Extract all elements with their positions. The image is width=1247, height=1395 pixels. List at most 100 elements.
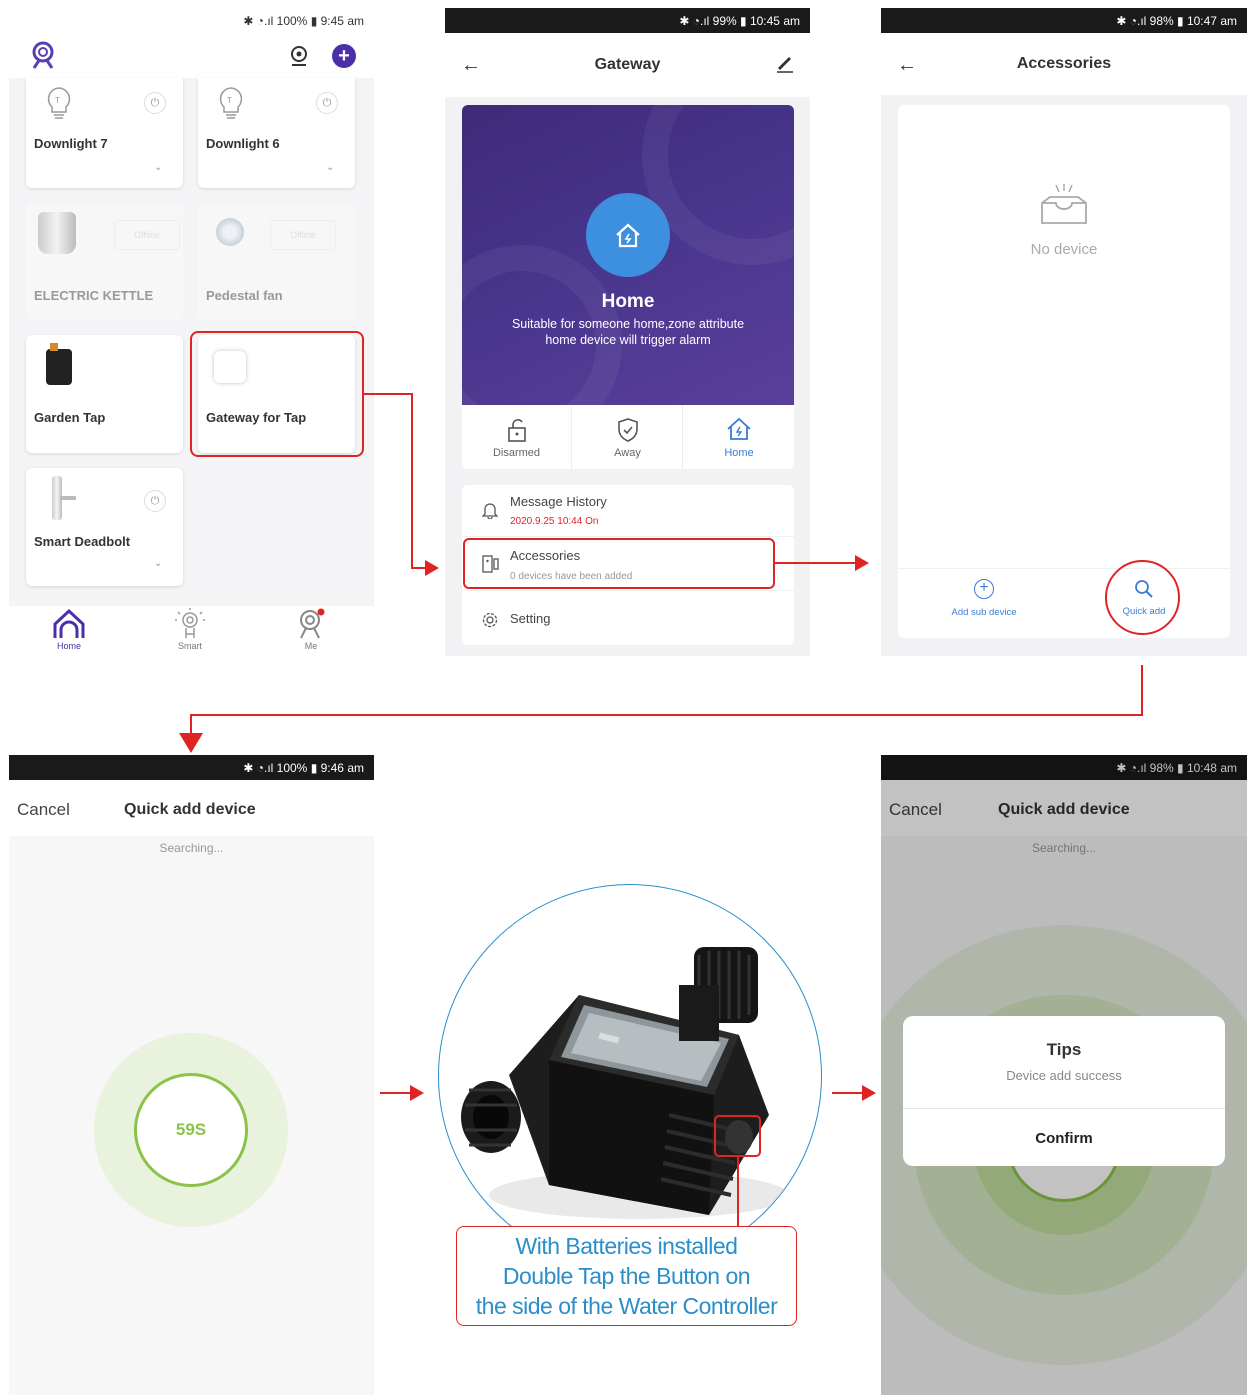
header: Gateway [445,33,810,97]
camera-icon[interactable] [289,45,309,67]
callout-line [737,1157,739,1227]
device-illustration [438,884,822,1268]
arrow-head-icon [179,733,203,753]
garden-tap-icon [46,349,72,385]
page-title: Gateway [594,56,661,73]
edit-icon[interactable] [775,53,795,73]
button-label: Add sub device [951,607,1017,618]
power-icon[interactable]: ⏻ [144,92,166,114]
searching-text: Searching... [159,841,224,855]
home-icon [616,223,640,248]
arrow-connector [190,714,1143,716]
add-device-button[interactable]: + [332,44,356,68]
page-title: Quick add device [124,801,256,818]
arrow-connector [411,393,413,569]
top-bar: + [9,34,374,78]
power-icon[interactable]: ⏻ [144,490,166,512]
mode-label: Home [724,447,754,459]
device-card-smart-deadbolt[interactable]: ⏻ Smart Deadbolt ⌄ [26,468,183,586]
home-mode-button[interactable] [586,193,670,277]
page-title: Accessories [1016,55,1112,72]
mode-home[interactable]: Home [684,405,794,469]
fan-icon [216,218,244,246]
quick-add-searching-screen: ✱ ◔.ıl 100% ▮ 9:46 am Cancel Quick add d… [9,755,374,1395]
row-label: Message History [510,494,607,509]
hero-description: Suitable for someone home,zone attribute [511,317,745,331]
home-icon[interactable] [51,608,87,640]
arrow-connector [832,1092,864,1094]
gear-icon [482,612,498,628]
instruction-text: Double Tap the Button on [502,1263,751,1289]
highlight-gateway-card [190,331,364,457]
arrow-head-icon [410,1085,424,1101]
instruction-text: the side of the Water Controller [475,1293,778,1319]
shield-icon [618,418,638,442]
back-arrow-icon[interactable]: ← [897,54,917,77]
arrow-head-icon [855,555,869,571]
empty-tray-icon [1041,184,1087,224]
svg-text:T: T [227,96,232,105]
device-card-electric-kettle[interactable]: Offline ELECTRIC KETTLE [26,204,183,320]
chevron-down-icon[interactable]: ⌄ [154,162,162,173]
divider [903,1108,1225,1109]
message-history-row[interactable]: Message History 2020.9.25 10:44 On [462,485,794,537]
power-icon[interactable]: ⏻ [316,92,338,114]
mode-away[interactable]: Away [573,405,683,469]
mode-disarmed[interactable]: Disarmed [462,405,572,469]
status-bar: ✱ ◔.ıl 100% ▮ 9:45 am [9,8,374,34]
plus-circle-icon: + [974,579,994,599]
arrow-connector [775,562,857,564]
tap-connector [50,343,58,351]
highlight-accessories-row [463,538,775,589]
header: Accessories [881,33,1247,95]
offline-badge: Offline [114,220,180,250]
countdown-text: 59S [175,1120,207,1139]
highlight-side-button [714,1115,761,1157]
cancel-button[interactable]: Cancel [17,800,70,820]
smart-icon[interactable] [174,608,206,640]
device-name: Downlight 6 [206,136,280,151]
logo-icon[interactable] [29,40,57,70]
divider [898,568,1230,569]
device-card-downlight-7[interactable]: T ⏻ Downlight 7 ⌄ [26,78,183,188]
mode-hero: Home Suitable for someone home,zone attr… [462,105,794,405]
empty-state-text: No device [1030,241,1098,258]
arrow-connector [364,393,412,395]
tips-dialog: Tips Device add success Confirm [903,1016,1225,1166]
bulb-icon: T [219,87,243,119]
row-subtext: 2020.9.25 10:44 On [510,516,599,527]
arrow-head-icon [862,1085,876,1101]
device-name: Downlight 7 [34,136,108,151]
device-name: Garden Tap [34,410,106,425]
confirm-button[interactable]: Confirm [903,1130,1225,1147]
dialog-title: Tips [1046,1040,1082,1059]
arrow-connector [1141,665,1143,716]
setting-row[interactable]: Setting [462,595,794,643]
me-icon[interactable] [295,608,327,640]
hero-title: Home [601,291,655,312]
deadbolt-handle [60,496,76,500]
chevron-down-icon[interactable]: ⌄ [326,162,334,173]
nav-label-me[interactable]: Me [281,641,341,651]
chevron-down-icon[interactable]: ⌄ [154,558,162,569]
nav-label-home[interactable]: Home [39,641,99,651]
status-bar: ✱ ◔.ıl 98% ▮ 10:47 am [881,8,1247,33]
bell-icon [482,503,498,519]
mode-selector: Disarmed Away Home [462,405,794,469]
add-sub-device-button[interactable]: + Add sub device [938,575,1030,623]
bottom-nav: Home Smart Me [9,606,374,656]
device-name: ELECTRIC KETTLE [34,288,154,303]
offline-badge: Offline [270,220,336,250]
dialog-message: Device add success [1006,1068,1122,1083]
device-card-garden-tap[interactable]: Garden Tap [26,335,183,453]
accessories-content: No device + Add sub device Quick add [898,105,1230,638]
device-card-downlight-6[interactable]: T ⏻ Downlight 6 ⌄ [198,78,355,188]
device-card-pedestal-fan[interactable]: Offline Pedestal fan [198,204,355,320]
countdown-ring: 59S [134,1073,248,1187]
arrow-connector [380,1092,412,1094]
mode-label: Disarmed [492,447,541,459]
row-label: Setting [510,611,551,626]
back-arrow-icon[interactable]: ← [461,54,481,77]
nav-label-smart[interactable]: Smart [160,641,220,651]
device-name: Smart Deadbolt [34,534,131,549]
